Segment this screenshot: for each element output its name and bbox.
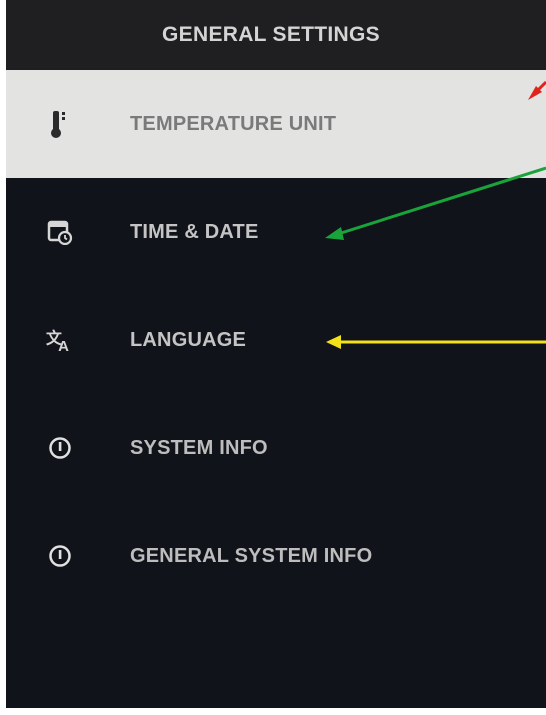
settings-panel: GENERAL SETTINGS TEMPERATURE UNIT TIME &…	[6, 0, 546, 708]
menu-item-system-info[interactable]: SYSTEM INFO	[6, 394, 546, 502]
menu-item-general-system-info[interactable]: GENERAL SYSTEM INFO	[6, 502, 546, 610]
calendar-clock-icon	[46, 218, 74, 246]
menu-item-temperature-unit[interactable]: TEMPERATURE UNIT	[6, 70, 546, 178]
menu-item-time-date[interactable]: TIME & DATE	[6, 178, 546, 286]
menu-item-label: LANGUAGE	[130, 328, 247, 351]
translate-icon: 文 A	[46, 326, 74, 354]
thermometer-icon	[46, 110, 74, 138]
settings-header: GENERAL SETTINGS	[6, 0, 546, 70]
menu-item-label: SYSTEM INFO	[130, 436, 268, 459]
menu-item-label: TIME & DATE	[130, 220, 259, 243]
info-icon	[46, 542, 74, 570]
info-icon	[46, 434, 74, 462]
menu-item-label: GENERAL SYSTEM INFO	[130, 544, 373, 567]
svg-text:A: A	[58, 338, 69, 354]
menu-item-label: TEMPERATURE UNIT	[130, 112, 337, 135]
page-title: GENERAL SETTINGS	[162, 23, 380, 46]
menu-item-language[interactable]: 文 A LANGUAGE	[6, 286, 546, 394]
